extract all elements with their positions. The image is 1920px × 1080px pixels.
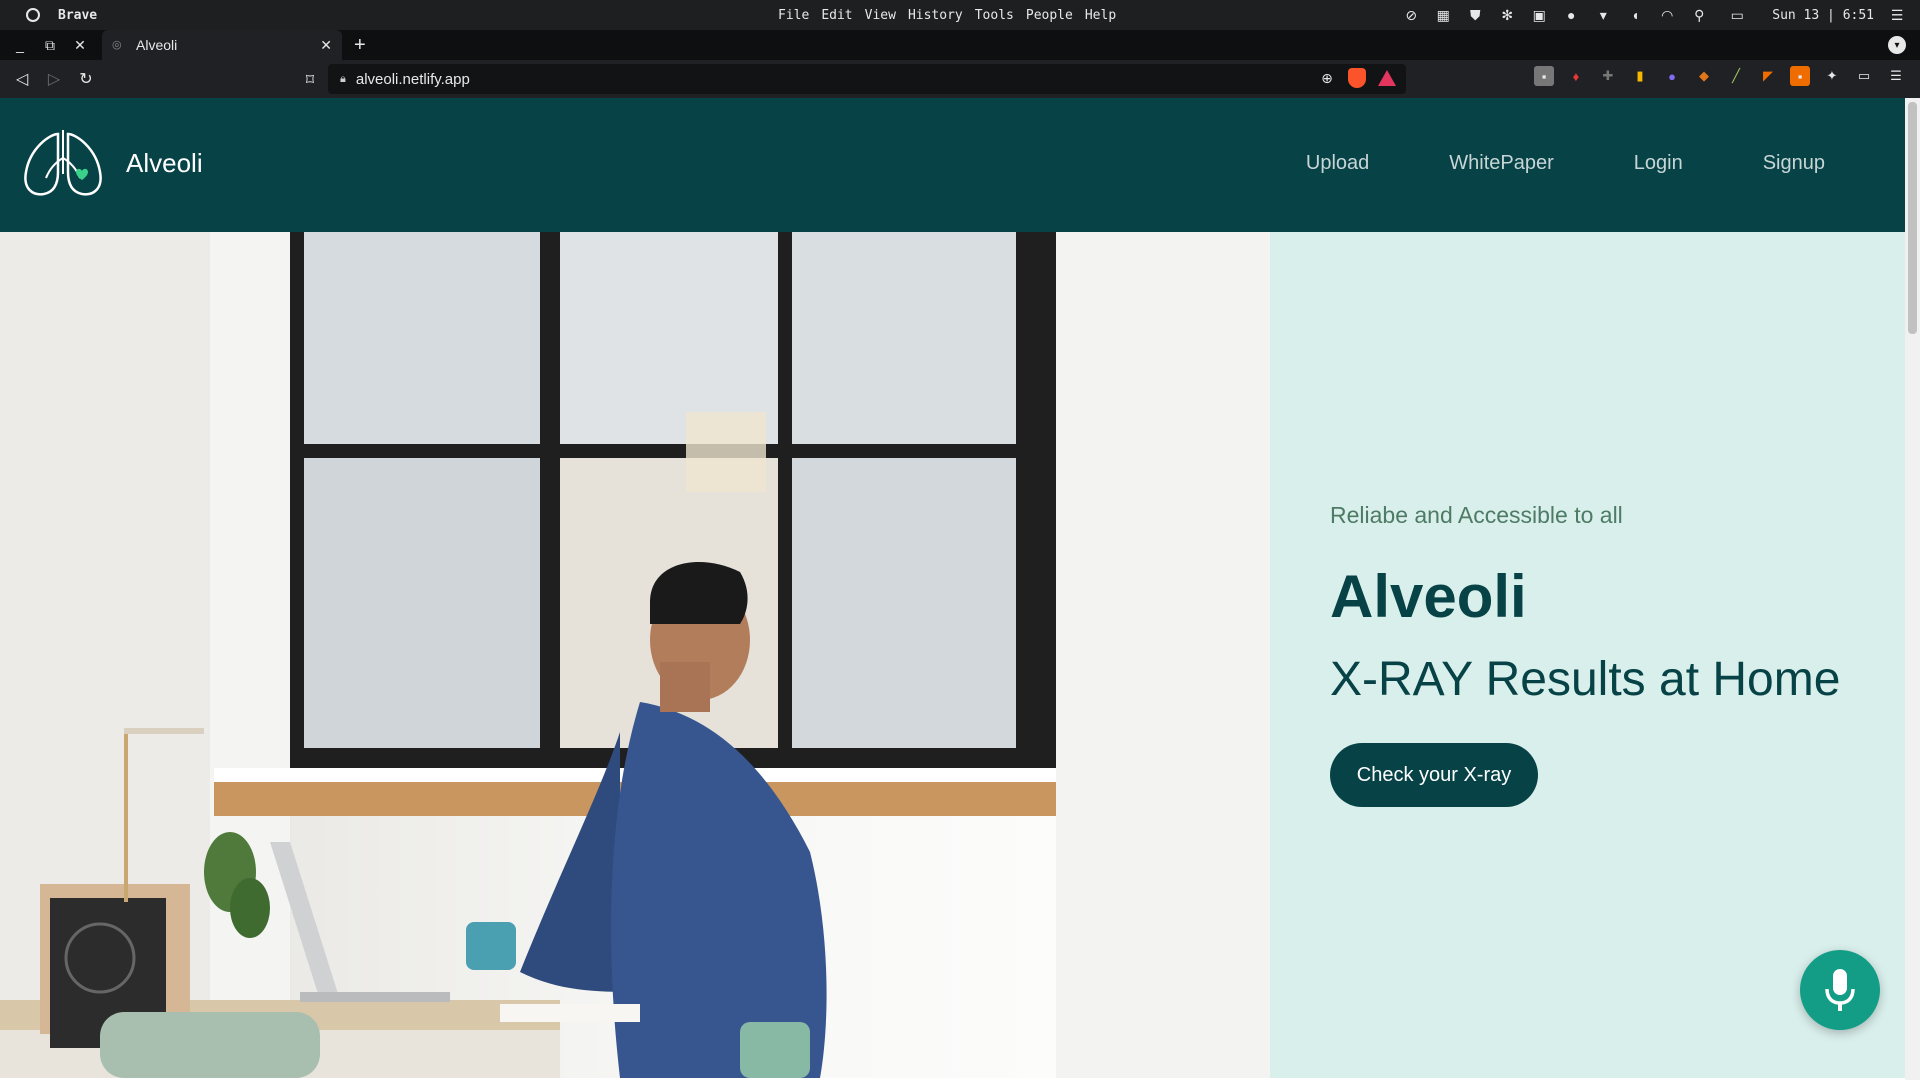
wallet-icon[interactable]: ▭ [1854,66,1874,86]
url-text[interactable]: alveoli.netlify.app [356,71,470,88]
reload-icon[interactable]: ↻ [70,63,102,95]
bookmark-icon[interactable]: ⌑ [294,64,326,96]
wifi-icon[interactable]: ◠ [1658,6,1676,24]
ext-9-icon[interactable]: ▪ [1790,66,1810,86]
page-scrollbar[interactable] [1905,98,1920,1080]
terminal-icon[interactable]: ▣ [1530,6,1548,24]
menu-file[interactable]: File [778,8,809,23]
minimize-icon[interactable]: _ [8,33,32,57]
site-brand[interactable]: Alveoli [126,148,203,179]
ext-1-icon[interactable]: ▪ [1534,66,1554,86]
site-header: Alveoli Upload WhitePaper Login Signup [0,98,1905,232]
tab-title: Alveoli [136,37,178,53]
voice-assistant-button[interactable] [1800,950,1880,1030]
brave-shields-icon[interactable] [1348,68,1366,88]
forward-icon[interactable]: ▷ [38,63,70,95]
menu-help[interactable]: Help [1085,8,1116,23]
zoom-icon[interactable]: ⊕ [1318,69,1336,87]
os-top-bar: Brave File Edit View History Tools Peopl… [0,0,1920,30]
ext-5-icon[interactable]: ● [1662,66,1682,86]
brave-rewards-icon[interactable] [1378,70,1396,86]
hero-section: Reliabe and Accessible to all Alveoli X-… [0,232,1905,1078]
microphone-icon [1825,969,1855,1011]
menu-history[interactable]: History [908,8,963,23]
volume-icon[interactable]: ◖ [1626,6,1644,24]
close-window-icon[interactable]: ✕ [68,33,92,57]
browser-toolbar: ◁ ▷ ↻ ⌑ 🔒︎ alveoli.netlify.app ⊕ ▪ ♦ ✚ ▮… [0,60,1920,98]
nav-upload[interactable]: Upload [1306,152,1369,175]
puzzle-icon[interactable]: ✦ [1822,66,1842,86]
menu-edit[interactable]: Edit [821,8,852,23]
address-bar[interactable]: 🔒︎ alveoli.netlify.app ⊕ [328,64,1406,94]
tab-favicon-icon: ◎ [112,39,122,51]
os-menu: File Edit View History Tools People Help [778,8,1116,23]
lock-icon[interactable]: 🔒︎ [340,73,346,86]
check-xray-button[interactable]: Check your X-ray [1330,743,1538,807]
slack-icon[interactable]: ✻ [1498,6,1516,24]
extensions-row: ▪ ♦ ✚ ▮ ● ◆ ╱ ◤ ▪ ✦ ▭ ☰ [1534,66,1906,86]
hero-tagline: Reliabe and Accessible to all [1330,502,1623,528]
ext-6-icon[interactable]: ◆ [1694,66,1714,86]
lungs-logo-icon[interactable] [20,128,106,200]
tab-close-icon[interactable]: ✕ [320,37,332,54]
scrollbar-thumb[interactable] [1908,102,1917,334]
battery-icon[interactable]: ▭ [1722,6,1752,24]
search-icon[interactable]: ⚲ [1690,6,1708,24]
shield-icon[interactable]: ⛊ [1466,6,1484,24]
blocked-icon[interactable]: ⊘ [1402,6,1420,24]
ext-4-icon[interactable]: ▮ [1630,66,1650,86]
ext-2-icon[interactable]: ♦ [1566,66,1586,86]
hero-illustration [0,232,1270,1078]
windows-icon[interactable]: ▦ [1434,6,1452,24]
tab-search-icon[interactable]: ▾ [1888,36,1906,54]
dropdown-icon[interactable]: ▾ [1594,6,1612,24]
new-tab-icon[interactable]: + [354,34,366,57]
hero-title: Alveoli [1330,563,1527,630]
ext-8-icon[interactable]: ◤ [1758,66,1778,86]
window-controls: _ ⧉ ✕ [0,33,102,57]
restore-icon[interactable]: ⧉ [38,33,62,57]
ext-7-icon[interactable]: ╱ [1726,66,1746,86]
nav-login[interactable]: Login [1634,152,1683,175]
activities-icon[interactable] [26,8,40,22]
nav-signup[interactable]: Signup [1763,152,1825,175]
menu-icon[interactable]: ☰ [1888,6,1906,24]
nav-whitepaper[interactable]: WhitePaper [1449,152,1554,175]
hero-content: Reliabe and Accessible to all Alveoli X-… [1270,232,1905,1078]
menu-people[interactable]: People [1026,8,1073,23]
site-nav: Upload WhitePaper Login Signup [1306,152,1825,175]
tab-strip: _ ⧉ ✕ ◎ Alveoli ✕ + ▾ [0,30,1920,60]
ext-3-icon[interactable]: ✚ [1598,66,1618,86]
microphone-icon[interactable]: ● [1562,6,1580,24]
clock[interactable]: Sun 13 | 6:51 [1772,8,1874,23]
back-icon[interactable]: ◁ [6,63,38,95]
app-name[interactable]: Brave [58,8,97,23]
browser-menu-icon[interactable]: ☰ [1886,66,1906,86]
menu-tools[interactable]: Tools [975,8,1014,23]
system-tray: ⊘ ▦ ⛊ ✻ ▣ ● ▾ ◖ ◠ ⚲ ▭ Sun 13 | 6:51 ☰ [1402,0,1906,30]
tab-alveoli[interactable]: ◎ Alveoli ✕ [102,30,342,60]
hero-photo [0,232,1270,1078]
hero-subtitle: X-RAY Results at Home [1330,653,1841,706]
menu-view[interactable]: View [865,8,896,23]
